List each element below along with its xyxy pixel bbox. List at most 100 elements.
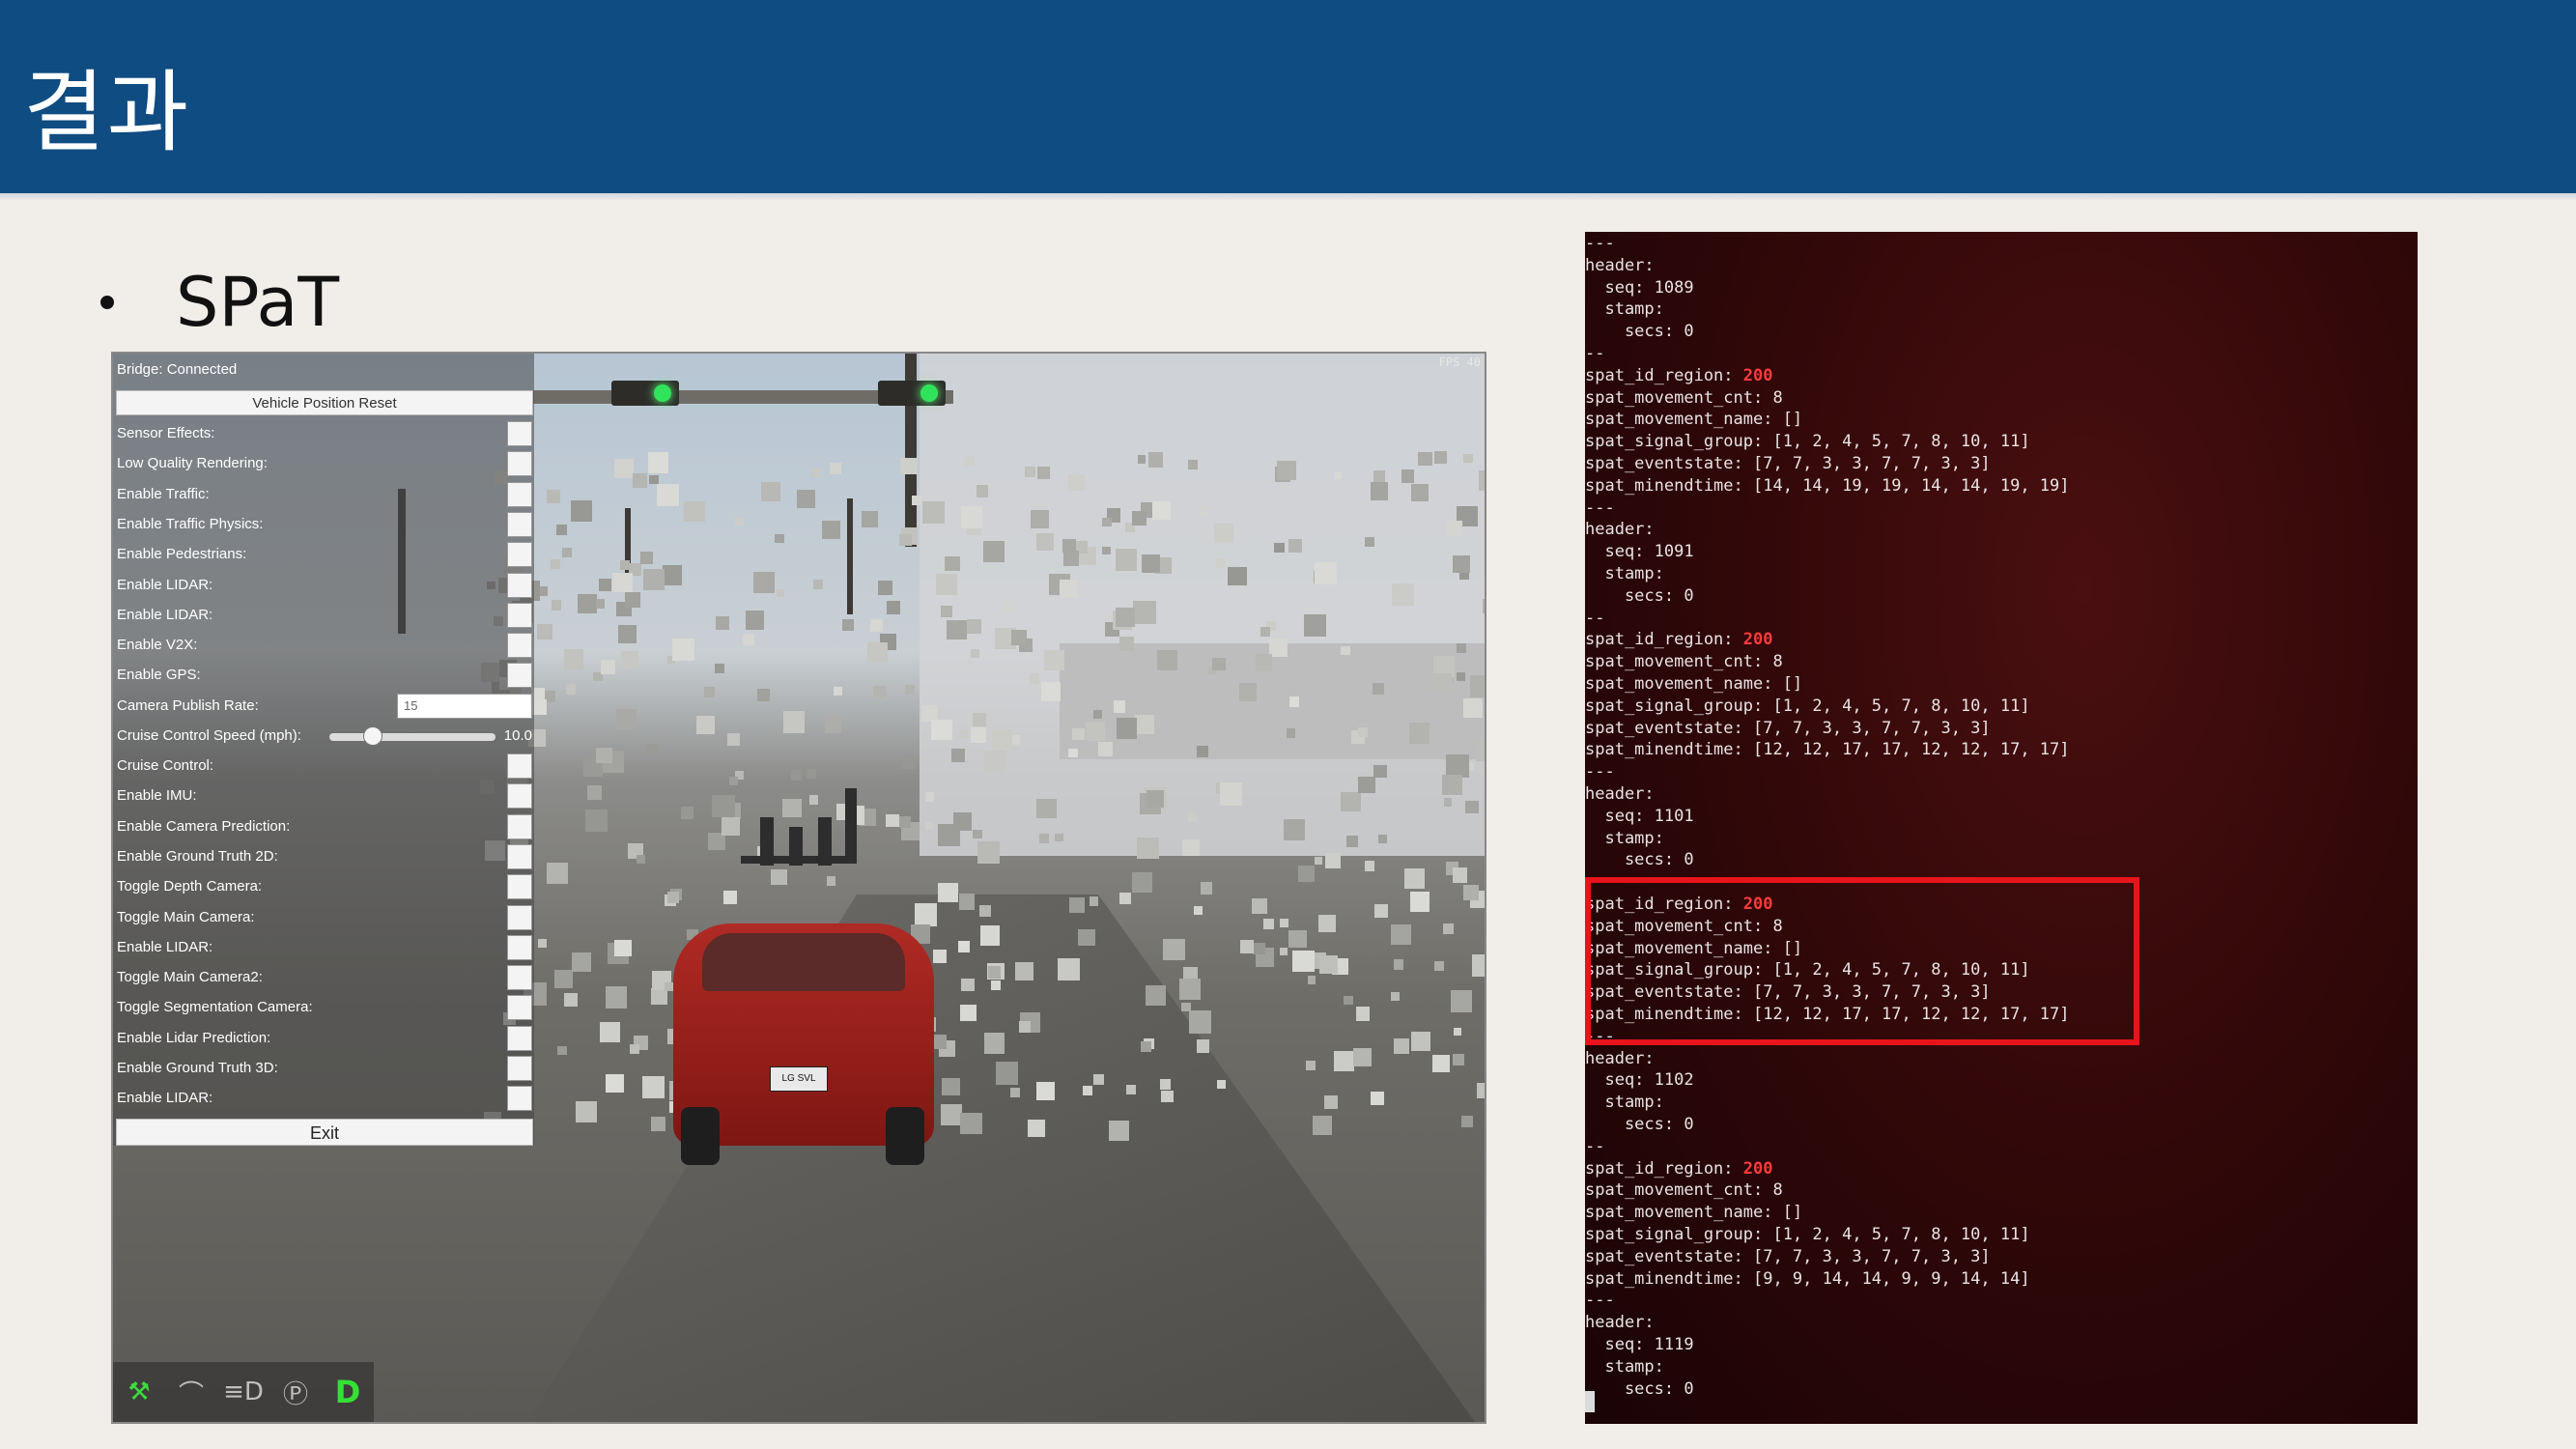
option-label: Toggle Main Camera2: (117, 969, 263, 986)
terminal-line: spat_movement_name: [] (1585, 1203, 1803, 1223)
camera-publish-rate-label: Camera Publish Rate: (117, 697, 259, 714)
option-checkbox[interactable] (507, 995, 532, 1021)
traffic-signal-right (878, 381, 946, 406)
slide-title: 결과 (23, 61, 191, 164)
option-checkbox[interactable] (507, 1025, 532, 1051)
option-checkbox[interactable] (507, 511, 532, 537)
cruise-speed-slider[interactable] (329, 733, 495, 741)
headlight-icon[interactable]: ≡D (223, 1376, 264, 1408)
option-row: Enable IMU: (117, 783, 532, 810)
terminal-line: spat_signal_group: [1, 2, 4, 5, 7, 8, 10… (1585, 1225, 2030, 1244)
exit-button[interactable]: Exit (116, 1119, 533, 1146)
option-row: Toggle Depth Camera: (117, 874, 532, 900)
terminal-line: seq: 1119 (1585, 1335, 1694, 1354)
settings-panel: Bridge: Connected Vehicle Position Reset… (113, 354, 534, 1146)
terminal-line: spat_id_region: 200 (1585, 1158, 1773, 1179)
car-tire (886, 1107, 924, 1165)
terminal-line: spat_movement_name: [] (1585, 674, 1803, 694)
option-label: Enable Ground Truth 2D: (117, 847, 278, 865)
cruise-speed-label: Cruise Control Speed (mph): (117, 727, 301, 744)
vehicle-position-reset-button[interactable]: Vehicle Position Reset (116, 390, 533, 415)
terminal-line: header: (1585, 520, 1655, 540)
region-id-value: 200 (1742, 365, 1773, 385)
camera-publish-rate-row: Camera Publish Rate: 15 (117, 694, 532, 719)
option-checkbox[interactable] (507, 1056, 532, 1081)
terminal-line: header: (1585, 255, 1655, 275)
option-row: Toggle Main Camera: (117, 904, 532, 930)
terminal-line: spat_minendtime: [14, 14, 19, 19, 14, 14… (1585, 475, 2070, 496)
option-row: Enable Pedestrians: (117, 542, 532, 568)
option-checkbox[interactable] (507, 572, 532, 598)
option-row: Enable LIDAR: (117, 602, 532, 628)
option-row: Enable V2X: (117, 633, 532, 659)
option-checkbox[interactable] (507, 753, 532, 779)
option-checkbox[interactable] (507, 451, 532, 477)
option-checkbox[interactable] (507, 633, 532, 659)
gear-indicator: D (334, 1374, 361, 1410)
terminal-line: --- (1585, 234, 1615, 253)
car-rear-window (702, 933, 905, 991)
terminal-line: header: (1585, 784, 1655, 804)
option-checkbox[interactable] (507, 421, 532, 446)
bridge-status: Bridge: Connected (117, 361, 238, 378)
option-checkbox[interactable] (507, 813, 532, 839)
license-plate: LG SVL (770, 1066, 828, 1092)
option-checkbox[interactable] (507, 965, 532, 991)
option-checkbox[interactable] (507, 934, 532, 960)
option-row: Enable LIDAR: (117, 1086, 532, 1112)
terminal-line: seq: 1102 (1585, 1070, 1694, 1091)
terminal-line: --- (1585, 497, 1615, 518)
option-row: Toggle Segmentation Camera: (117, 995, 532, 1021)
option-checkbox[interactable] (507, 1086, 532, 1112)
option-row: Low Quality Rendering: (117, 451, 532, 477)
terminal-line: seq: 1101 (1585, 806, 1694, 826)
option-label: Enable LIDAR: (117, 576, 213, 593)
green-lamp-icon (920, 384, 938, 402)
title-bar: 결과 (0, 0, 2576, 201)
option-row: Enable Traffic Physics: (117, 511, 532, 537)
option-row: Toggle Main Camera2: (117, 965, 532, 991)
parking-brake-icon[interactable]: Ⓟ (279, 1376, 312, 1409)
terminal-line: spat_minendtime: [12, 12, 17, 17, 12, 12… (1585, 740, 2070, 760)
option-label: Sensor Effects: (117, 425, 215, 441)
simulator-view: FPS 40 LG SVL Bridge: Connected Vehicle … (111, 352, 1486, 1424)
cruise-speed-slider-knob[interactable] (363, 726, 382, 746)
option-checkbox[interactable] (507, 904, 532, 930)
fps-label: FPS 40 (1438, 355, 1481, 369)
option-label: Enable Lidar Prediction: (117, 1029, 271, 1046)
option-row: Enable Lidar Prediction: (117, 1025, 532, 1051)
camera-publish-rate-input[interactable]: 15 (397, 694, 532, 719)
option-row: Enable LIDAR: (117, 934, 532, 960)
terminal-line: spat_movement_cnt: 8 (1585, 1180, 1783, 1201)
option-checkbox[interactable] (507, 843, 532, 869)
region-id-value: 200 (1742, 630, 1773, 650)
option-row: Sensor Effects: (117, 421, 532, 446)
wrench-icon[interactable]: ⚒ (123, 1376, 156, 1408)
option-row: Enable GPS: (117, 663, 532, 689)
cruise-speed-value: 10.0 (503, 727, 532, 744)
terminal-line: secs: 0 (1585, 1378, 1694, 1399)
wiper-icon[interactable]: ⌒ (175, 1376, 208, 1409)
option-checkbox[interactable] (507, 783, 532, 810)
option-label: Cruise Control: (117, 757, 214, 774)
option-checkbox[interactable] (507, 874, 532, 900)
vehicle-toolbar: ⚒ ⌒ ≡D Ⓟ D (113, 1362, 374, 1422)
option-checkbox[interactable] (507, 663, 532, 689)
option-checkbox[interactable] (507, 602, 532, 628)
terminal-window: --- header: seq: 1089 stamp: secs: 0 -- spa… (1585, 232, 2418, 1424)
ego-vehicle: LG SVL (654, 788, 944, 1165)
highlight-box (1585, 877, 2139, 1045)
option-label: Enable GPS: (117, 667, 201, 684)
option-checkbox[interactable] (507, 542, 532, 568)
cruise-speed-row: Cruise Control Speed (mph): 10.0 (117, 724, 532, 749)
distant-pole (847, 498, 853, 614)
bullet-text: SPaT (176, 263, 340, 342)
option-label: Toggle Segmentation Camera: (117, 999, 313, 1016)
option-label: Enable Pedestrians: (117, 546, 247, 563)
terminal-line: spat_id_region: 200 (1585, 365, 1773, 385)
option-row: Enable Ground Truth 2D: (117, 843, 532, 869)
option-checkbox[interactable] (507, 481, 532, 507)
option-label: Enable Ground Truth 3D: (117, 1060, 278, 1076)
terminal-line: stamp: (1585, 1356, 1664, 1377)
terminal-line: spat_eventstate: [7, 7, 3, 3, 7, 7, 3, 3… (1585, 718, 1991, 738)
